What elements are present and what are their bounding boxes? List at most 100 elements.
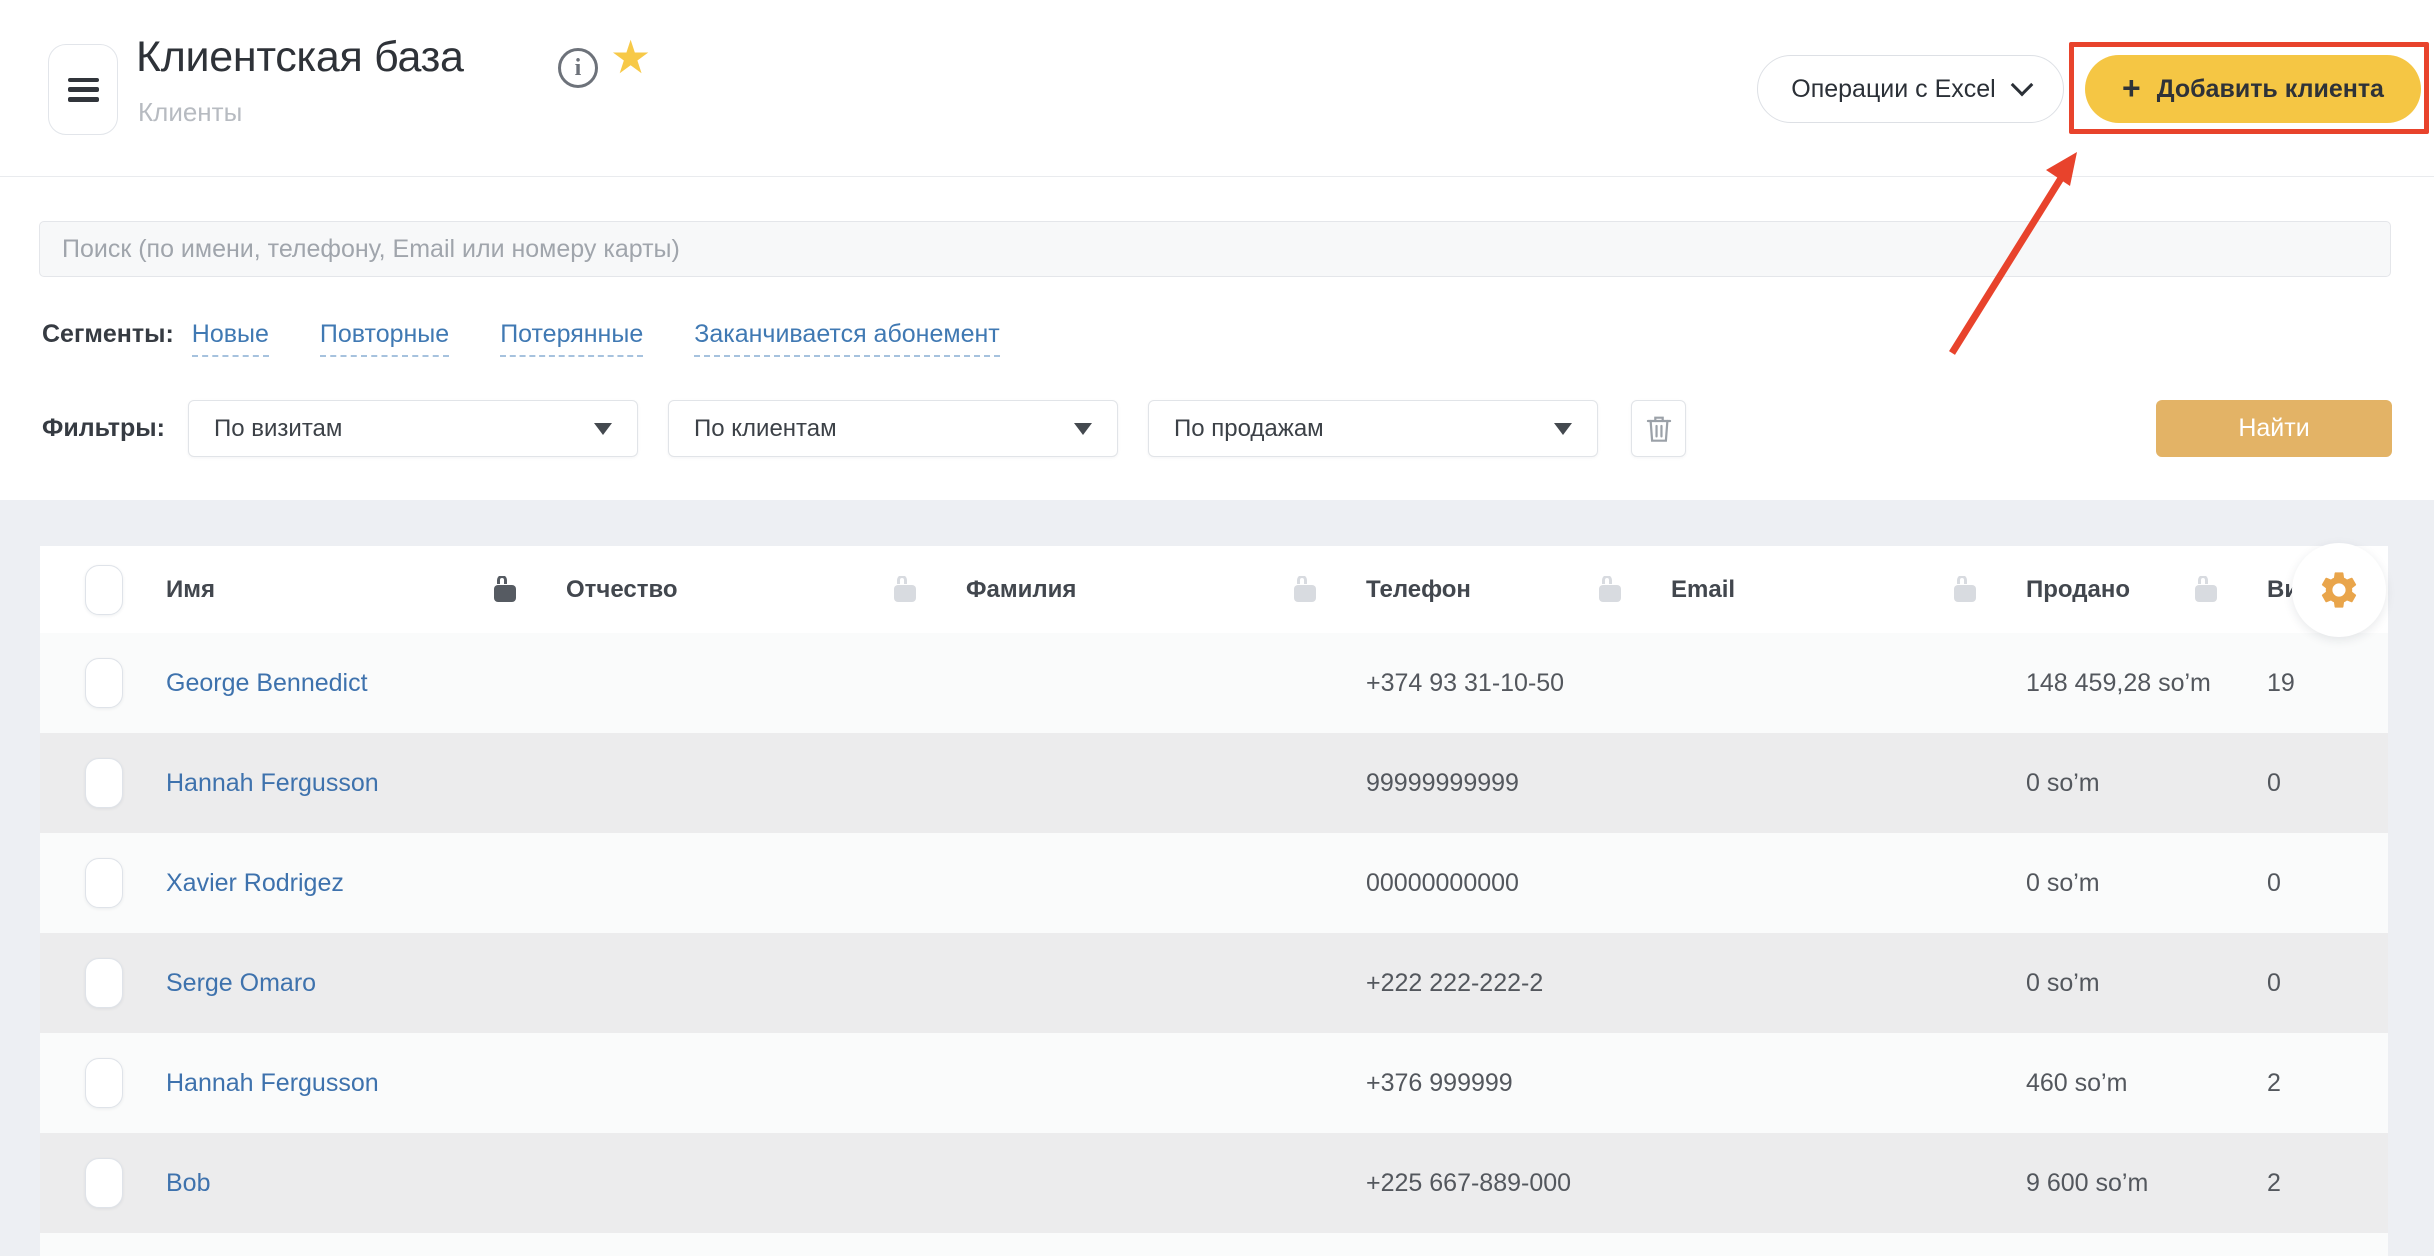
dropdown-selected-value: По визитам [214,415,342,443]
header-checkbox-cell [40,565,166,615]
app-header: Клиентская база i ★ Клиенты Операции с E… [0,0,2434,177]
client-name-link[interactable]: Xavier Rodrigez [166,869,344,897]
filter-dropdowns: По визитам По клиентам По продажам [188,400,1628,457]
cell-sold: 0 so’m [2026,769,2267,798]
cell-visits: 0 [2267,969,2388,998]
cell-sold: 0 so’m [2026,869,2267,898]
table-row: Serge Omaro +222 222-222-2 0 so’m0 [40,933,2388,1033]
table-row-partial [40,1233,2388,1256]
column-lock-icon[interactable] [894,585,916,602]
clients-table: ИмяОтчествоФамилияТелефонEmailПроданоВиз… [40,546,2388,1256]
client-name-link[interactable]: George Bennedict [166,669,368,697]
find-button[interactable]: Найти [2156,400,2392,457]
row-checkbox[interactable] [85,658,123,708]
cell-name: Serge Omaro [166,969,566,998]
column-lock-icon[interactable] [494,585,516,602]
client-base-page: Клиентская база i ★ Клиенты Операции с E… [0,0,2434,1256]
excel-operations-button[interactable]: Операции с Excel [1757,55,2064,123]
column-header-label: Отчество [566,576,678,604]
table-row: Bob +225 667-889-000 9 600 so’m2 [40,1133,2388,1233]
hamburger-menu-button[interactable] [48,44,118,135]
column-lock-icon[interactable] [2195,585,2217,602]
table-header-row: ИмяОтчествоФамилияТелефонEmailПроданоВиз… [40,546,2388,633]
excel-operations-label: Операции с Excel [1791,75,1995,104]
cell-name: George Bennedict [166,669,566,698]
column-header-label: Телефон [1366,576,1471,604]
table-row: Hannah Fergusson 99999999999 0 so’m0 [40,733,2388,833]
client-name-link[interactable]: Serge Omaro [166,969,316,997]
cell-sold: 460 so’m [2026,1069,2267,1098]
column-header-5: Email [1671,576,2026,604]
trash-icon [1644,413,1674,445]
client-name-link[interactable]: Hannah Fergusson [166,769,379,797]
cell-name: Bob [166,1169,566,1198]
column-header-6: Продано [2026,576,2267,604]
filter-dropdown[interactable]: По визитам [188,400,638,457]
select-all-checkbox[interactable] [85,565,123,615]
cell-phone: +225 667-889-000 [1366,1169,1671,1198]
column-settings-button[interactable] [2292,543,2386,637]
favorite-star-icon[interactable]: ★ [610,34,651,80]
add-client-button[interactable]: + Добавить клиента [2085,55,2421,123]
caret-down-icon [1074,423,1092,435]
cell-phone: 00000000000 [1366,869,1671,898]
segments-links: Новые Повторные Потерянные Заканчивается аб… [192,320,1000,357]
column-header-1: Имя [166,576,566,604]
column-lock-icon[interactable] [1954,585,1976,602]
cell-sold: 0 so’m [2026,969,2267,998]
segments-label: Сегменты: [42,320,174,349]
cell-name: Hannah Fergusson [166,769,566,798]
segment-link[interactable]: Повторные [320,320,449,357]
cell-phone: +374 93 31-10-50 [1366,669,1671,698]
cell-name: Hannah Fergusson [166,1069,566,1098]
column-header-label: Email [1671,576,1735,604]
gear-icon [2317,568,2361,612]
cell-visits: 19 [2267,669,2388,698]
cell-sold: 148 459,28 so’m [2026,669,2267,698]
column-header-label: Фамилия [966,576,1076,604]
row-checkbox[interactable] [85,1158,123,1208]
add-client-label: Добавить клиента [2157,75,2384,104]
row-checkbox[interactable] [85,958,123,1008]
hamburger-icon [68,78,99,102]
row-checkbox-cell [40,758,166,808]
search-input[interactable] [39,221,2391,277]
dropdown-selected-value: По клиентам [694,415,837,443]
column-lock-icon[interactable] [1294,585,1316,602]
table-row: Xavier Rodrigez 00000000000 0 so’m0 [40,833,2388,933]
row-checkbox[interactable] [85,1058,123,1108]
filter-dropdown[interactable]: По клиентам [668,400,1118,457]
row-checkbox-cell [40,658,166,708]
dropdown-selected-value: По продажам [1174,415,1324,443]
segment-link[interactable]: Новые [192,320,269,357]
page-title: Клиентская база [136,33,464,82]
caret-down-icon [1554,423,1572,435]
segments-row: Сегменты: Новые Повторные Потерянные Заканч… [42,320,1000,357]
row-checkbox-cell [40,858,166,908]
client-name-link[interactable]: Hannah Fergusson [166,1069,379,1097]
cell-visits: 2 [2267,1069,2388,1098]
info-icon[interactable]: i [558,48,598,88]
cell-visits: 0 [2267,869,2388,898]
cell-phone: +222 222-222-2 [1366,969,1671,998]
cell-visits: 2 [2267,1169,2388,1198]
row-checkbox-cell [40,1058,166,1108]
cell-phone: 99999999999 [1366,769,1671,798]
client-name-link[interactable]: Bob [166,1169,210,1197]
cell-visits: 0 [2267,769,2388,798]
clear-filters-button[interactable] [1631,400,1686,457]
filters-row: Фильтры: По визитамПо клиентамПо продажа… [42,400,1686,457]
column-header-3: Фамилия [966,576,1366,604]
row-checkbox-cell [40,958,166,1008]
filter-dropdown[interactable]: По продажам [1148,400,1598,457]
cell-phone: +376 999999 [1366,1069,1671,1098]
column-lock-icon[interactable] [1599,585,1621,602]
table-row: Hannah Fergusson +376 999999 460 so’m2 [40,1033,2388,1133]
cell-sold: 9 600 so’m [2026,1169,2267,1198]
column-header-2: Отчество [566,576,966,604]
row-checkbox[interactable] [85,758,123,808]
segment-link[interactable]: Заканчивается абонемент [694,320,1000,357]
column-header-label: Имя [166,576,215,604]
row-checkbox[interactable] [85,858,123,908]
segment-link[interactable]: Потерянные [500,320,643,357]
